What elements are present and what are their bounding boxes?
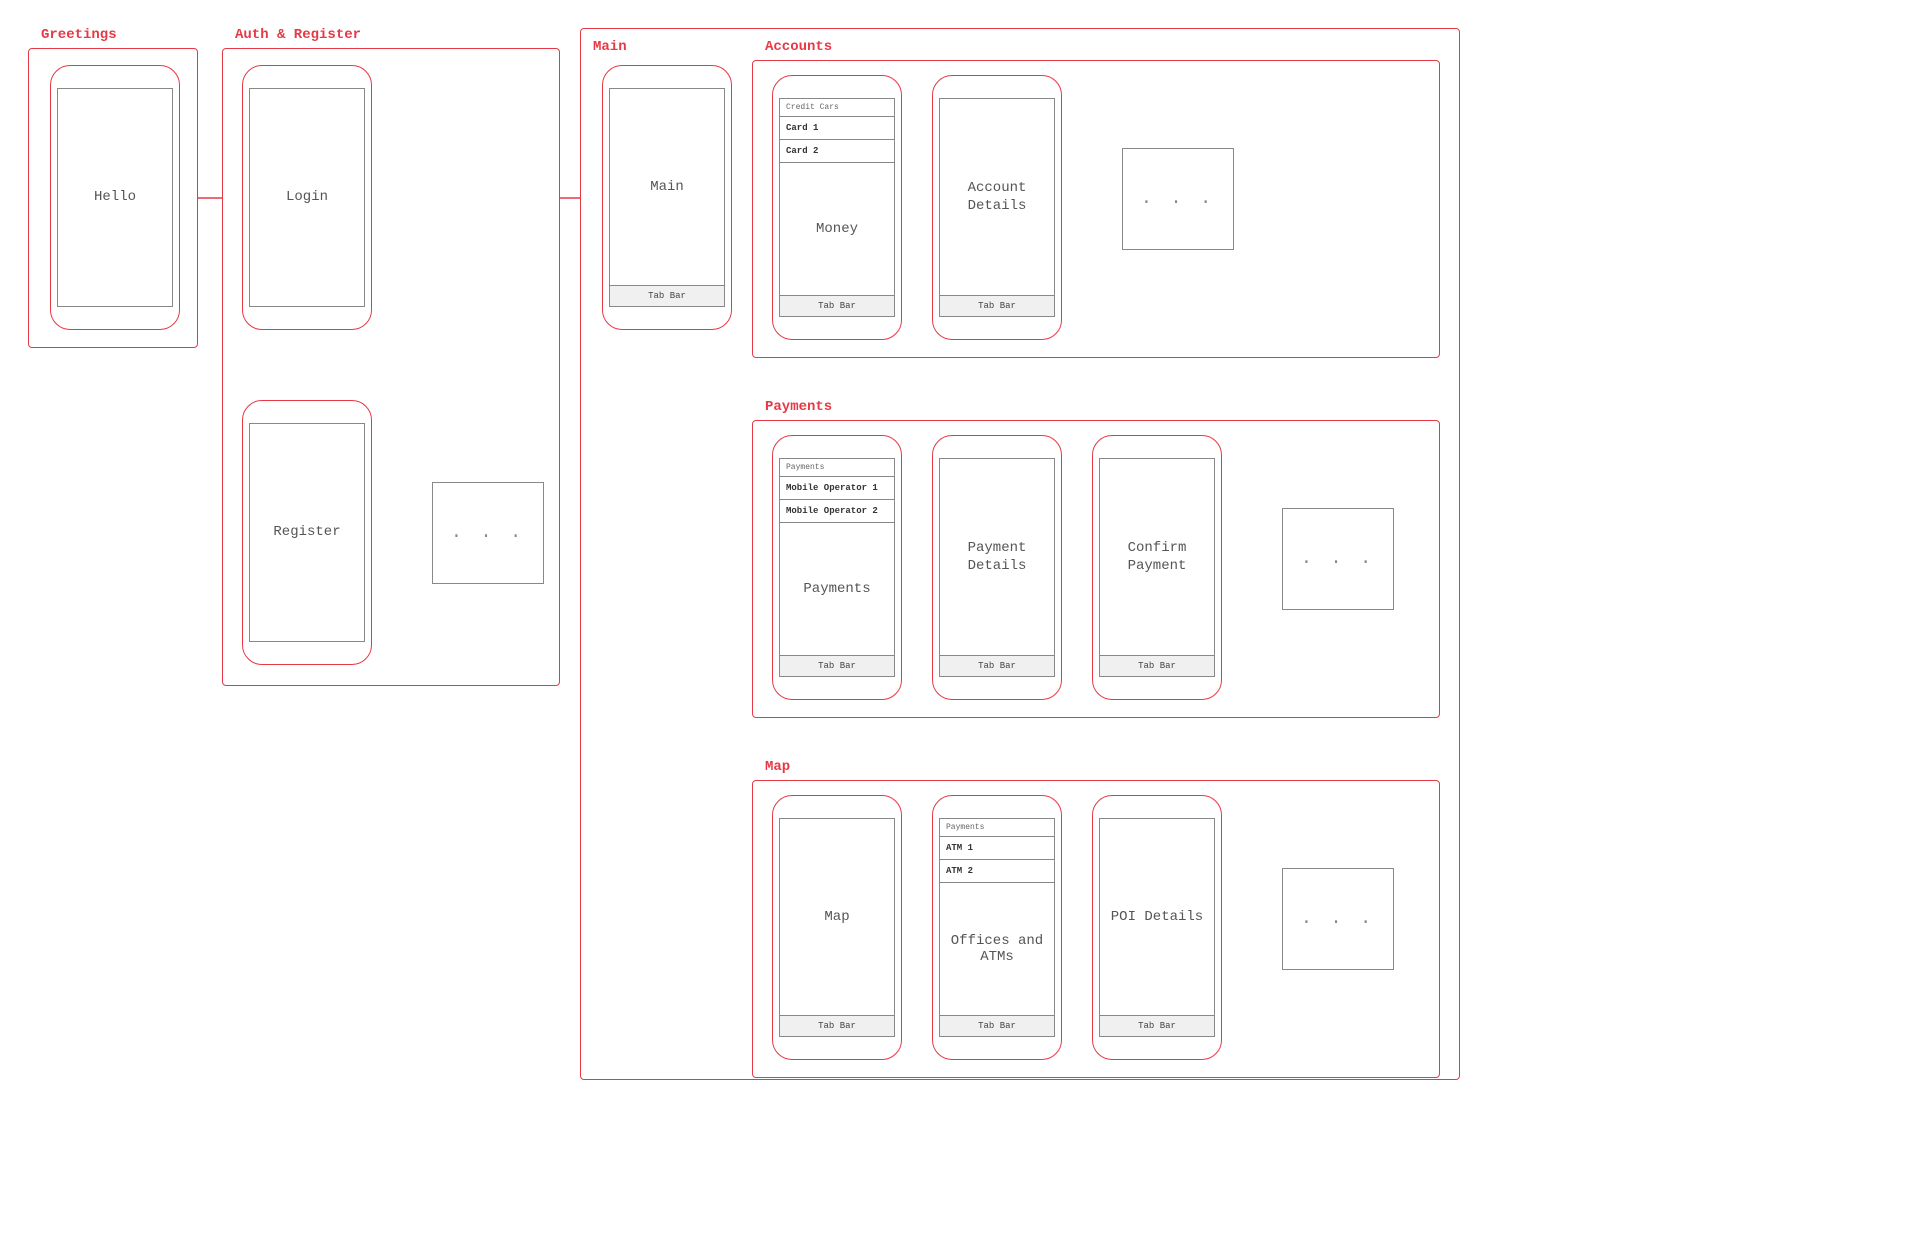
offices-item-0[interactable]: ATM 1 <box>940 837 1054 860</box>
phone-poi-details: POI Details Tab Bar <box>1092 795 1222 1060</box>
tabbar-poi-details[interactable]: Tab Bar <box>1100 1015 1214 1036</box>
tabbar-offices[interactable]: Tab Bar <box>940 1015 1054 1036</box>
money-item-0[interactable]: Card 1 <box>780 117 894 140</box>
phone-payments: Payments Mobile Operator 1 Mobile Operat… <box>772 435 902 700</box>
offices-list-header: Payments <box>940 819 1054 837</box>
screen-payments: Payments Mobile Operator 1 Mobile Operat… <box>779 458 895 677</box>
offices-item-1[interactable]: ATM 2 <box>940 860 1054 883</box>
screen-account-details: Account Details Tab Bar <box>939 98 1055 317</box>
title-main: Main <box>650 178 684 196</box>
payments-list-header: Payments <box>780 459 894 477</box>
tabbar-confirm-payment[interactable]: Tab Bar <box>1100 655 1214 676</box>
phone-main: Main Tab Bar <box>602 65 732 330</box>
screen-offices: Payments ATM 1 ATM 2 Offices and ATMs Ta… <box>939 818 1055 1037</box>
phone-payment-details: Payment Details Tab Bar <box>932 435 1062 700</box>
screen-hello: Hello <box>57 88 173 307</box>
screen-poi-details: POI Details Tab Bar <box>1099 818 1215 1037</box>
phone-register: Register <box>242 400 372 665</box>
phone-confirm-payment: Confirm Payment Tab Bar <box>1092 435 1222 700</box>
placeholder-register: . . . <box>432 482 544 584</box>
title-confirm-payment: Confirm Payment <box>1100 539 1214 575</box>
screen-payment-details: Payment Details Tab Bar <box>939 458 1055 677</box>
payments-item-0[interactable]: Mobile Operator 1 <box>780 477 894 500</box>
screen-confirm-payment: Confirm Payment Tab Bar <box>1099 458 1215 677</box>
screen-map: Map Tab Bar <box>779 818 895 1037</box>
phone-offices: Payments ATM 1 ATM 2 Offices and ATMs Ta… <box>932 795 1062 1060</box>
phone-login: Login <box>242 65 372 330</box>
phone-account-details: Account Details Tab Bar <box>932 75 1062 340</box>
title-login: Login <box>286 188 328 206</box>
group-label-main: Main <box>591 39 629 55</box>
group-label-greetings: Greetings <box>39 27 119 43</box>
title-poi-details: POI Details <box>1111 908 1203 926</box>
group-label-auth: Auth & Register <box>233 27 363 43</box>
title-payments: Payments <box>803 581 870 597</box>
group-label-accounts: Accounts <box>763 39 834 55</box>
phone-hello: Hello <box>50 65 180 330</box>
title-account-details: Account Details <box>940 179 1054 215</box>
flow-diagram: Greetings Hello Auth & Register Login Re… <box>0 0 1920 1236</box>
group-label-payments: Payments <box>763 399 834 415</box>
screen-register: Register <box>249 423 365 642</box>
tabbar-main[interactable]: Tab Bar <box>610 285 724 306</box>
title-hello: Hello <box>94 188 136 206</box>
screen-main: Main Tab Bar <box>609 88 725 307</box>
title-money: Money <box>816 221 858 237</box>
payments-item-1[interactable]: Mobile Operator 2 <box>780 500 894 523</box>
placeholder-payments: . . . <box>1282 508 1394 610</box>
tabbar-money[interactable]: Tab Bar <box>780 295 894 316</box>
tabbar-payments[interactable]: Tab Bar <box>780 655 894 676</box>
title-payment-details: Payment Details <box>940 539 1054 575</box>
money-item-1[interactable]: Card 2 <box>780 140 894 163</box>
title-register: Register <box>273 523 340 541</box>
money-list-header: Credit Cars <box>780 99 894 117</box>
screen-login: Login <box>249 88 365 307</box>
title-offices: Offices and ATMs <box>940 933 1054 965</box>
title-map: Map <box>824 908 849 926</box>
tabbar-map[interactable]: Tab Bar <box>780 1015 894 1036</box>
tabbar-payment-details[interactable]: Tab Bar <box>940 655 1054 676</box>
phone-map: Map Tab Bar <box>772 795 902 1060</box>
phone-money: Credit Cars Card 1 Card 2 Money Tab Bar <box>772 75 902 340</box>
screen-money: Credit Cars Card 1 Card 2 Money Tab Bar <box>779 98 895 317</box>
placeholder-accounts: . . . <box>1122 148 1234 250</box>
group-label-map: Map <box>763 759 792 775</box>
placeholder-map: . . . <box>1282 868 1394 970</box>
tabbar-account-details[interactable]: Tab Bar <box>940 295 1054 316</box>
